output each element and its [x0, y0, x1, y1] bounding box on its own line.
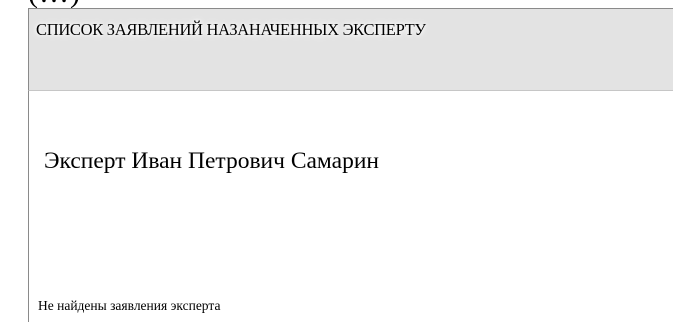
main-content: Эксперт Иван Петрович Самарин Не найдены… — [28, 91, 673, 322]
page-header: СПИСОК ЗАЯВЛЕНИЙ НАЗАНАЧЕННЫХ ЭКСПЕРТУ — [28, 8, 673, 91]
expert-name-heading: Эксперт Иван Петрович Самарин — [44, 148, 379, 174]
empty-applications-message: Не найдены заявления эксперта — [38, 298, 221, 313]
page-title: СПИСОК ЗАЯВЛЕНИЙ НАЗАНАЧЕННЫХ ЭКСПЕРТУ — [36, 20, 426, 39]
cropped-top-text: (…) — [28, 0, 81, 8]
